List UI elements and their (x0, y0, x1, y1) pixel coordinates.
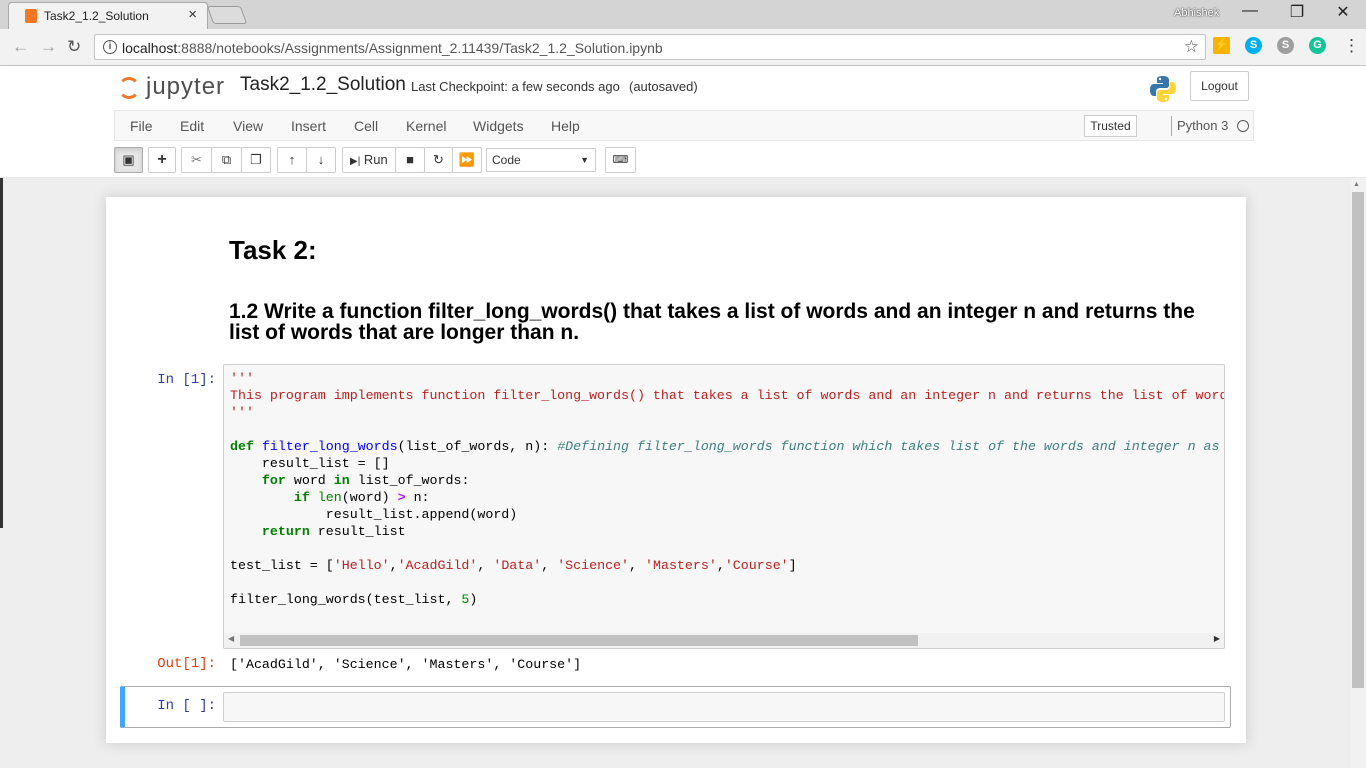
cell-type-select[interactable]: Code ▼ (486, 148, 596, 172)
scroll-up-icon[interactable]: ▲ (1353, 181, 1360, 188)
run-icon: ▶| (350, 156, 361, 167)
fast-forward-icon: ⏩ (458, 152, 476, 167)
jupyter-header: jupyter Task2_1.2_Solution Last Checkpoi… (0, 66, 1366, 178)
logout-button[interactable]: Logout (1190, 71, 1249, 101)
paste-icon: ❐ (250, 152, 262, 167)
notebook-title[interactable]: Task2_1.2_Solution (240, 74, 406, 96)
copy-icon: ⧉ (221, 152, 232, 167)
scroll-right-icon[interactable]: ▶ (1214, 634, 1220, 643)
interrupt-button[interactable]: ■ (395, 147, 425, 173)
paste-button[interactable]: ❐ (241, 147, 271, 173)
skype-icon[interactable]: S (1245, 37, 1262, 54)
code-scroll-thumb[interactable] (240, 635, 918, 646)
skype-alt-icon[interactable]: S (1277, 37, 1294, 54)
address-bar[interactable]: i localhost:8888/notebooks/Assignments/A… (94, 34, 1206, 60)
restart-run-all-button[interactable]: ⏩ (452, 147, 482, 173)
jupyter-logo-text: jupyter (146, 73, 226, 100)
cell-type-value: Code (492, 153, 521, 167)
menu-view[interactable]: View (233, 118, 263, 134)
menubar: File Edit View Insert Cell Kernel Widget… (114, 110, 1254, 141)
browser-toolbar: ← → ↻ i localhost:8888/notebooks/Assignm… (0, 29, 1366, 66)
page-scrollbar[interactable]: ▲ (1350, 178, 1366, 768)
cut-button[interactable]: ✂ (181, 147, 212, 173)
menu-file[interactable]: File (130, 118, 153, 134)
close-window-icon[interactable]: ✕ (1323, 2, 1363, 22)
menu-insert[interactable]: Insert (291, 118, 326, 134)
plus-icon: + (157, 151, 167, 168)
output-prompt: Out[1]: (157, 656, 216, 672)
tab-close-icon[interactable]: × (188, 6, 197, 23)
arrow-down-icon: ↓ (317, 152, 325, 167)
forward-icon[interactable]: → (40, 37, 57, 57)
minimize-icon[interactable]: — (1230, 2, 1270, 20)
save-icon: ▣ (122, 152, 135, 167)
run-label: Run (363, 152, 388, 167)
info-icon[interactable]: i (103, 40, 117, 54)
empty-input-prompt: In [ ]: (157, 698, 216, 714)
code-cell-input[interactable]: ''' This program implements function fil… (223, 364, 1225, 649)
checkpoint-status: Last Checkpoint: a few seconds ago (411, 79, 620, 94)
scroll-left-icon[interactable]: ◀ (228, 634, 234, 643)
run-button[interactable]: ▶| Run (342, 147, 396, 173)
insert-cell-button[interactable]: + (148, 147, 176, 173)
python-logo-icon (1150, 76, 1176, 102)
new-tab-button[interactable] (206, 6, 248, 24)
browser-tabstrip: Task2_1.2_Solution × Abhishek — ❐ ✕ (0, 0, 1366, 29)
jupyter-logo-icon (118, 77, 140, 99)
cut-icon: ✂ (191, 152, 202, 167)
selected-empty-cell[interactable]: In [ ]: (120, 686, 1231, 728)
menu-edit[interactable]: Edit (180, 118, 204, 134)
markdown-heading-1: Task 2: (229, 235, 317, 265)
grammarly-icon[interactable]: G (1309, 37, 1326, 54)
chevron-down-icon: ▼ (580, 155, 589, 165)
window-edge (0, 178, 3, 528)
copy-button[interactable]: ⧉ (211, 147, 242, 173)
arrow-up-icon: ↑ (288, 152, 296, 167)
jupyter-favicon-icon (25, 9, 37, 23)
command-palette-button[interactable]: ⌨ (605, 147, 636, 173)
code-horizontal-scrollbar[interactable]: ◀ ▶ (224, 633, 1224, 648)
input-prompt: In [1]: (157, 372, 216, 388)
kernel-indicator-icon (1237, 120, 1249, 132)
restore-icon[interactable]: ❐ (1277, 2, 1317, 22)
kernel-name: Python 3 (1177, 118, 1229, 133)
menu-help[interactable]: Help (551, 118, 580, 134)
save-button[interactable]: ▣ (114, 147, 143, 173)
stop-icon: ■ (406, 152, 414, 167)
cell-output: ['AcadGild', 'Science', 'Masters', 'Cour… (230, 657, 582, 672)
menu-kernel[interactable]: Kernel (406, 118, 446, 134)
autosave-status: (autosaved) (629, 79, 698, 94)
empty-code-input[interactable] (223, 692, 1225, 722)
bookmark-star-icon[interactable]: ☆ (1184, 37, 1199, 57)
lightning-extension-icon[interactable]: ⚡ (1213, 37, 1230, 54)
menu-cell[interactable]: Cell (354, 118, 378, 134)
menu-widgets[interactable]: Widgets (473, 118, 524, 134)
trusted-button[interactable]: Trusted (1084, 115, 1137, 137)
profile-name[interactable]: Abhishek (1174, 7, 1219, 19)
move-up-button[interactable]: ↑ (277, 147, 307, 173)
keyboard-icon: ⌨ (612, 154, 629, 166)
tab-title: Task2_1.2_Solution (44, 9, 149, 23)
markdown-heading-2: 1.2 Write a function filter_long_words()… (229, 300, 1195, 344)
browser-menu-icon[interactable]: ⋮ (1343, 36, 1360, 56)
browser-tab[interactable]: Task2_1.2_Solution × (8, 2, 208, 29)
kernel-separator (1171, 116, 1172, 136)
page-scroll-thumb[interactable] (1352, 192, 1364, 688)
move-down-button[interactable]: ↓ (306, 147, 336, 173)
restart-icon: ↻ (433, 152, 444, 167)
url-text[interactable]: localhost:8888/notebooks/Assignments/Ass… (122, 40, 663, 56)
back-icon[interactable]: ← (12, 37, 29, 57)
code-editor[interactable]: ''' This program implements function fil… (230, 370, 1224, 608)
notebook-container: Task 2: 1.2 Write a function filter_long… (106, 197, 1246, 743)
restart-button[interactable]: ↻ (424, 147, 453, 173)
reload-icon[interactable]: ↻ (67, 37, 81, 57)
